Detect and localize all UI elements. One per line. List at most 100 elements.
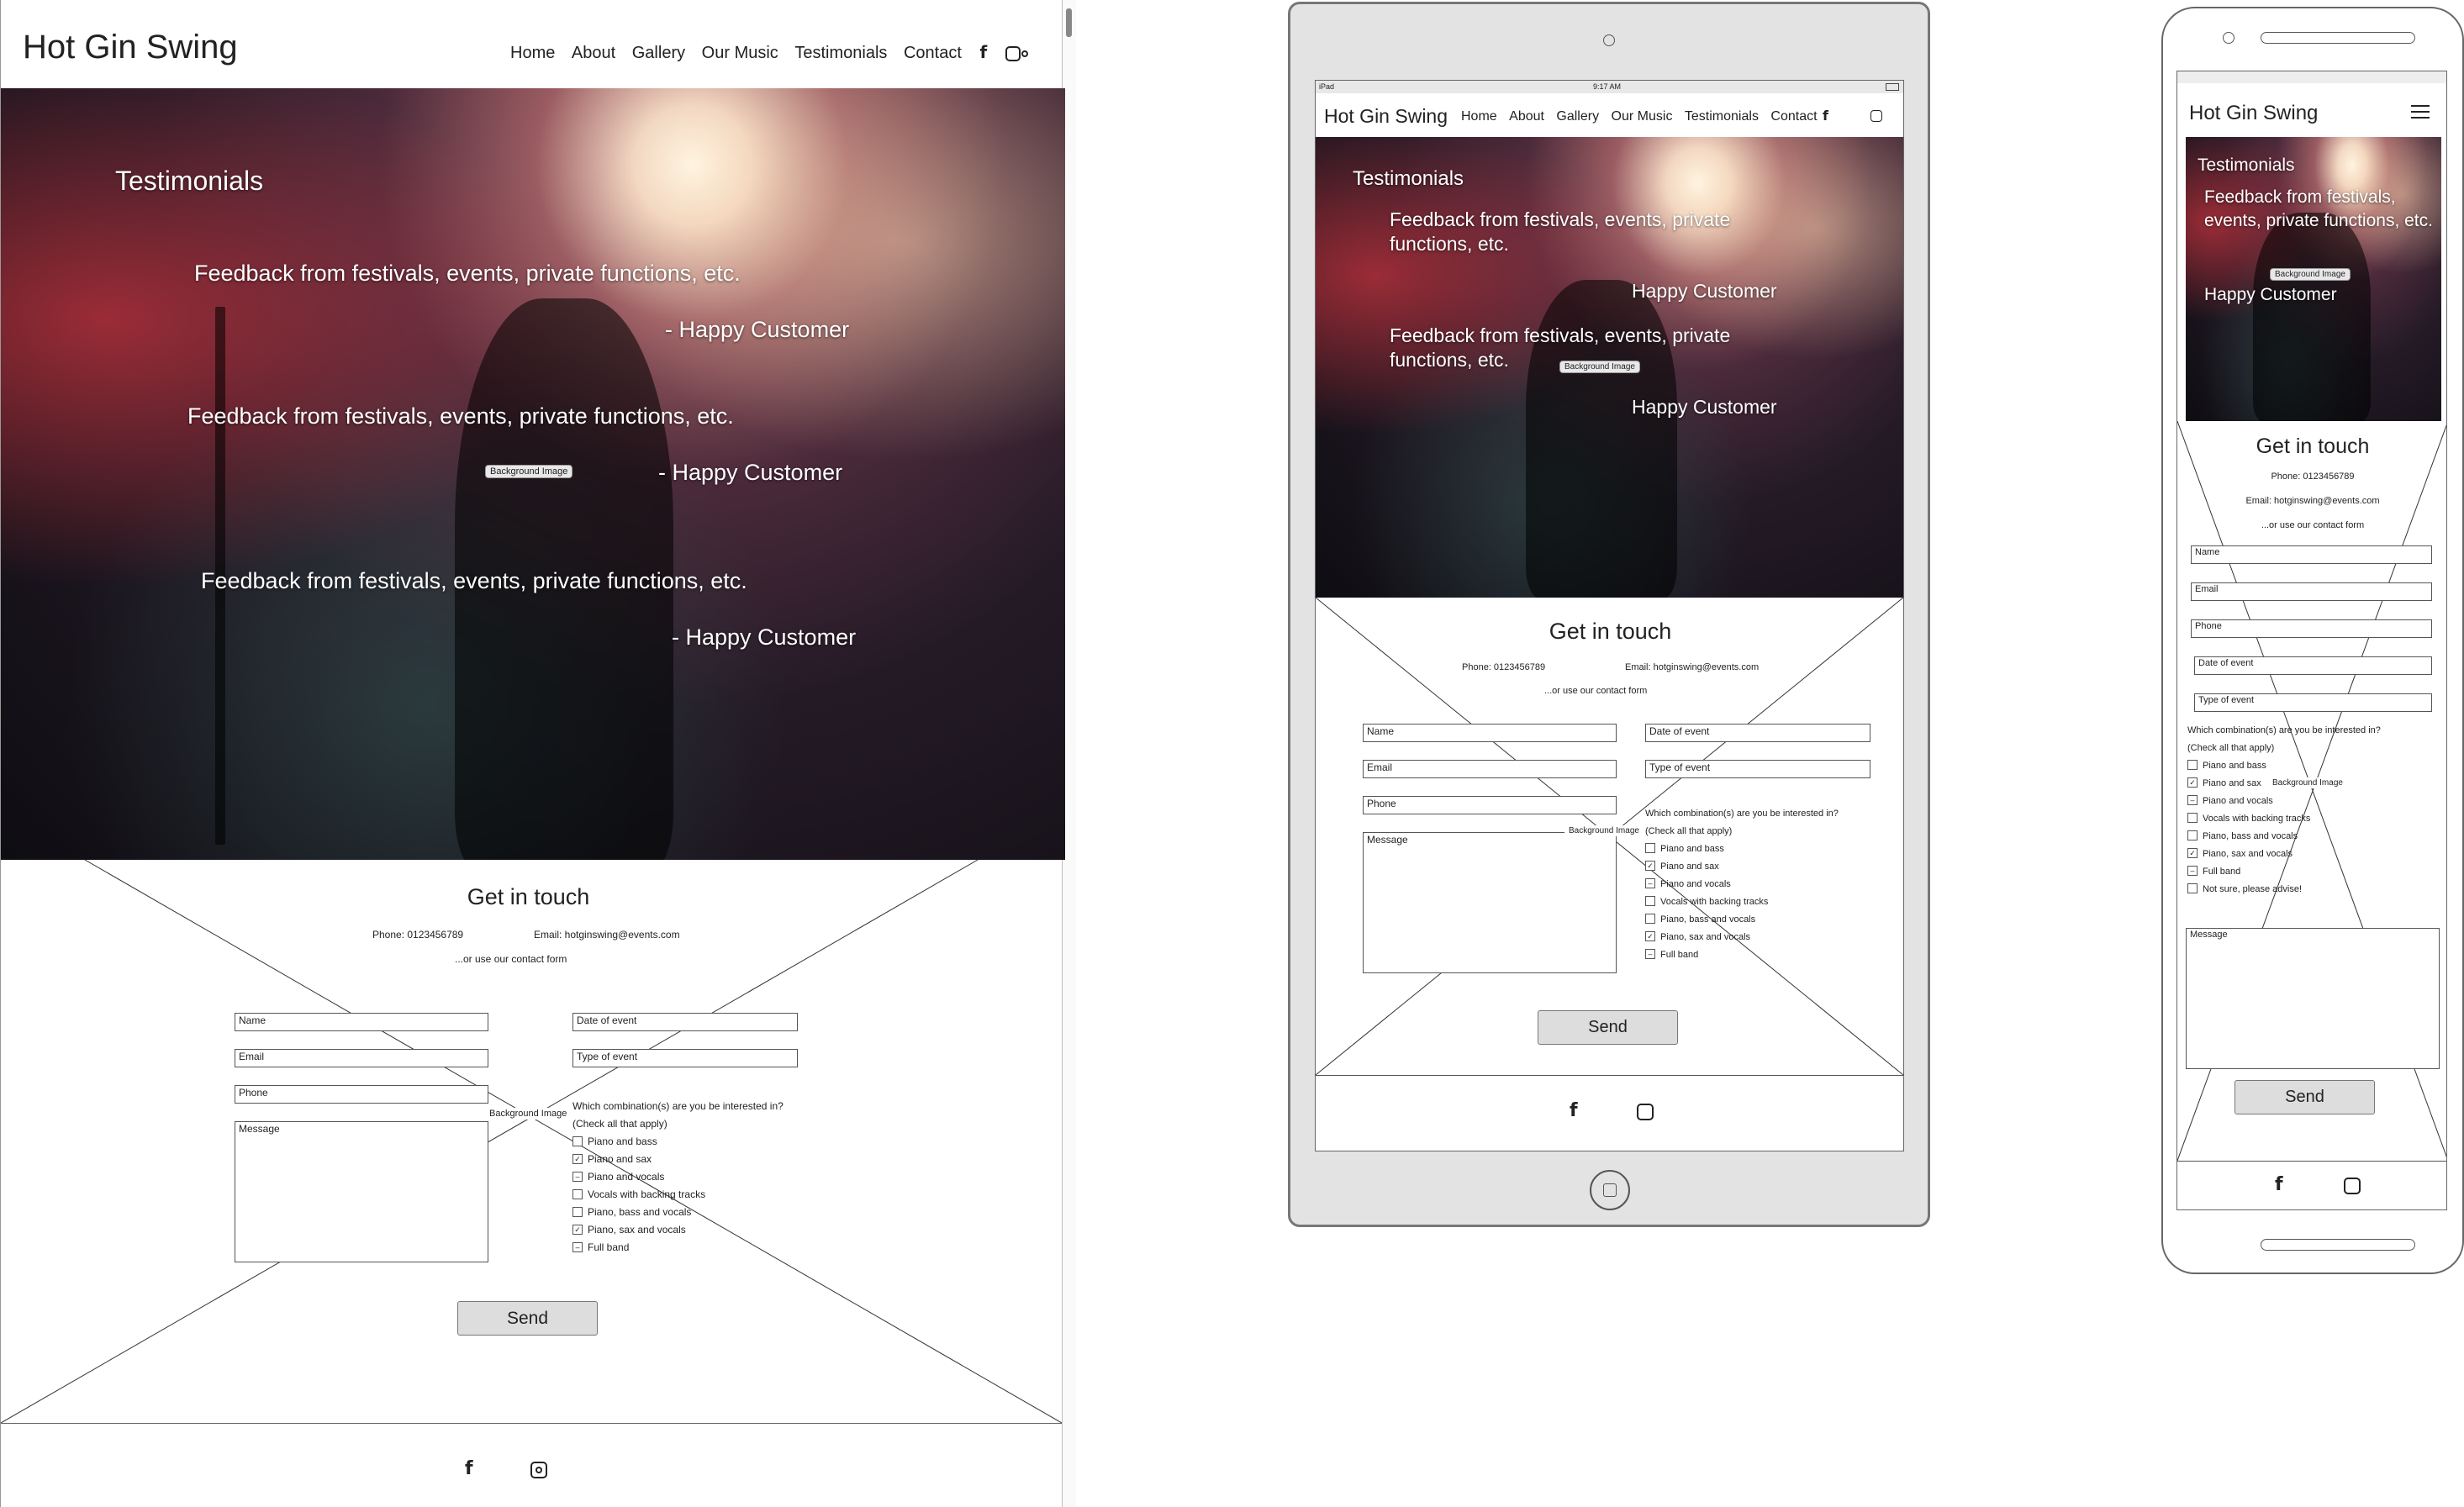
checkbox-option[interactable]: – Full band [2187, 866, 2240, 877]
checkbox-icon[interactable] [572, 1188, 583, 1199]
indeterminate-icon[interactable]: – [1645, 949, 1655, 960]
checkbox-option[interactable]: Vocals with backing tracks [2187, 813, 2310, 824]
indeterminate-icon[interactable]: – [2187, 795, 2198, 806]
checkbox-option[interactable]: ✓ Piano, sax and vocals [1645, 931, 1750, 942]
facebook-icon[interactable]: f [1823, 108, 1828, 124]
option-label: Piano and vocals [2203, 796, 2273, 806]
nav-gallery[interactable]: Gallery [1556, 109, 1599, 124]
checkmark-icon[interactable]: ✓ [2187, 777, 2198, 788]
author-3: - Happy Customer [672, 624, 857, 650]
event-type-field[interactable]: Type of event [572, 1049, 798, 1067]
date-field[interactable]: Date of event [572, 1013, 798, 1031]
checkmark-icon[interactable]: ✓ [1645, 931, 1655, 942]
send-button[interactable]: Send [1538, 1010, 1678, 1045]
instagram-icon[interactable] [1637, 1104, 1654, 1120]
indeterminate-icon[interactable]: – [2187, 866, 2198, 877]
phone-field[interactable]: Phone [1363, 796, 1617, 814]
tablet-home-button[interactable] [1590, 1170, 1630, 1210]
contact-alt-text: ...or use our contact form [1544, 686, 1648, 696]
checkbox-icon[interactable] [572, 1136, 583, 1146]
name-field[interactable]: Name [1363, 724, 1617, 742]
facebook-icon[interactable]: f [465, 1458, 473, 1479]
checkbox-icon[interactable] [2187, 813, 2198, 824]
checkbox-option[interactable]: Piano, bass and vocals [2187, 830, 2298, 841]
checkbox-option[interactable]: – Full band [1645, 949, 1698, 960]
nav-about[interactable]: About [572, 44, 615, 62]
brand-logo[interactable]: Hot Gin Swing [2189, 102, 2318, 125]
event-type-field[interactable]: Type of event [2194, 693, 2432, 712]
email-field[interactable]: Email [235, 1049, 488, 1067]
checkbox-option[interactable]: ✓ Piano, sax and vocals [2187, 848, 2293, 859]
instagram-icon[interactable] [1005, 45, 1028, 61]
message-field[interactable]: Message [1363, 832, 1617, 973]
facebook-icon[interactable]: f [2275, 1174, 2283, 1195]
checkbox-option[interactable]: Piano and bass [572, 1136, 657, 1147]
checkbox-option[interactable]: Piano, bass and vocals [572, 1206, 691, 1218]
checkmark-icon[interactable]: ✓ [572, 1224, 583, 1235]
tablet-nav: Home About Gallery Our Music Testimonial… [1461, 108, 1828, 124]
phone-field[interactable]: Phone [235, 1085, 488, 1104]
date-field[interactable]: Date of event [2194, 656, 2432, 675]
nav-gallery[interactable]: Gallery [632, 44, 685, 62]
checkbox-icon[interactable] [1645, 896, 1655, 907]
tablet-camera [1603, 34, 1615, 46]
brand-logo[interactable]: Hot Gin Swing [1324, 105, 1448, 128]
instagram-icon[interactable] [1870, 110, 1882, 122]
nav-contact[interactable]: Contact [1770, 109, 1817, 124]
nav-our-music[interactable]: Our Music [702, 44, 778, 62]
checkbox-icon[interactable] [2187, 883, 2198, 894]
facebook-icon[interactable]: f [979, 42, 987, 62]
checkbox-option[interactable]: – Piano and vocals [2187, 795, 2273, 806]
name-field[interactable]: Name [2191, 545, 2432, 564]
checkbox-icon[interactable] [1645, 843, 1655, 854]
nav-our-music[interactable]: Our Music [1612, 109, 1673, 124]
send-button[interactable]: Send [2234, 1080, 2375, 1114]
facebook-icon[interactable]: f [1570, 1100, 1578, 1121]
checkbox-option[interactable]: Not sure, please advise! [2187, 883, 2302, 894]
message-field[interactable]: Message [235, 1121, 488, 1262]
nav-about[interactable]: About [1509, 109, 1544, 124]
nav-testimonials[interactable]: Testimonials [794, 44, 887, 62]
author-1: Happy Customer [1632, 280, 1777, 302]
checkbox-option[interactable]: ✓ Piano and sax [2187, 777, 2261, 788]
event-type-field[interactable]: Type of event [1645, 760, 1870, 778]
instagram-icon[interactable] [530, 1462, 547, 1478]
indeterminate-icon[interactable]: – [1645, 878, 1655, 889]
checkbox-option[interactable]: Piano, bass and vocals [1645, 914, 1755, 925]
checkbox-option[interactable]: ✓ Piano and sax [572, 1153, 652, 1165]
checkbox-option[interactable]: – Full band [572, 1241, 629, 1253]
checkbox-option[interactable]: – Piano and vocals [1645, 878, 1731, 889]
checkbox-option[interactable]: Piano and bass [2187, 760, 2266, 771]
indeterminate-icon[interactable]: – [572, 1241, 583, 1252]
phone-field[interactable]: Phone [2191, 619, 2432, 638]
desktop-scrollbar-thumb[interactable] [1066, 8, 1072, 37]
checkbox-icon[interactable] [1645, 914, 1655, 925]
checkmark-icon[interactable]: ✓ [2187, 848, 2198, 859]
brand-logo[interactable]: Hot Gin Swing [23, 29, 238, 66]
date-field[interactable]: Date of event [1645, 724, 1870, 742]
nav-home[interactable]: Home [510, 44, 555, 62]
checkbox-icon[interactable] [572, 1206, 583, 1217]
indeterminate-icon[interactable]: – [572, 1171, 583, 1182]
checkmark-icon[interactable]: ✓ [1645, 861, 1655, 872]
checkbox-icon[interactable] [2187, 760, 2198, 771]
author-2: - Happy Customer [658, 460, 843, 485]
checkbox-option[interactable]: ✓ Piano, sax and vocals [572, 1224, 686, 1236]
checkbox-option[interactable]: Vocals with backing tracks [1645, 896, 1768, 907]
checkbox-icon[interactable] [2187, 830, 2198, 841]
checkbox-option[interactable]: Vocals with backing tracks [572, 1188, 705, 1200]
checkbox-option[interactable]: ✓ Piano and sax [1645, 861, 1719, 872]
nav-home[interactable]: Home [1461, 109, 1497, 124]
send-button[interactable]: Send [457, 1301, 598, 1336]
email-field[interactable]: Email [1363, 760, 1617, 778]
name-field[interactable]: Name [235, 1013, 488, 1031]
nav-testimonials[interactable]: Testimonials [1685, 109, 1759, 124]
hamburger-menu-icon[interactable] [2411, 105, 2430, 119]
message-field[interactable]: Message [2186, 928, 2440, 1069]
checkbox-option[interactable]: – Piano and vocals [572, 1171, 664, 1183]
checkbox-option[interactable]: Piano and bass [1645, 843, 1724, 854]
email-field[interactable]: Email [2191, 582, 2432, 601]
nav-contact[interactable]: Contact [904, 44, 962, 62]
instagram-icon[interactable] [2344, 1178, 2361, 1194]
checkmark-icon[interactable]: ✓ [572, 1153, 583, 1164]
